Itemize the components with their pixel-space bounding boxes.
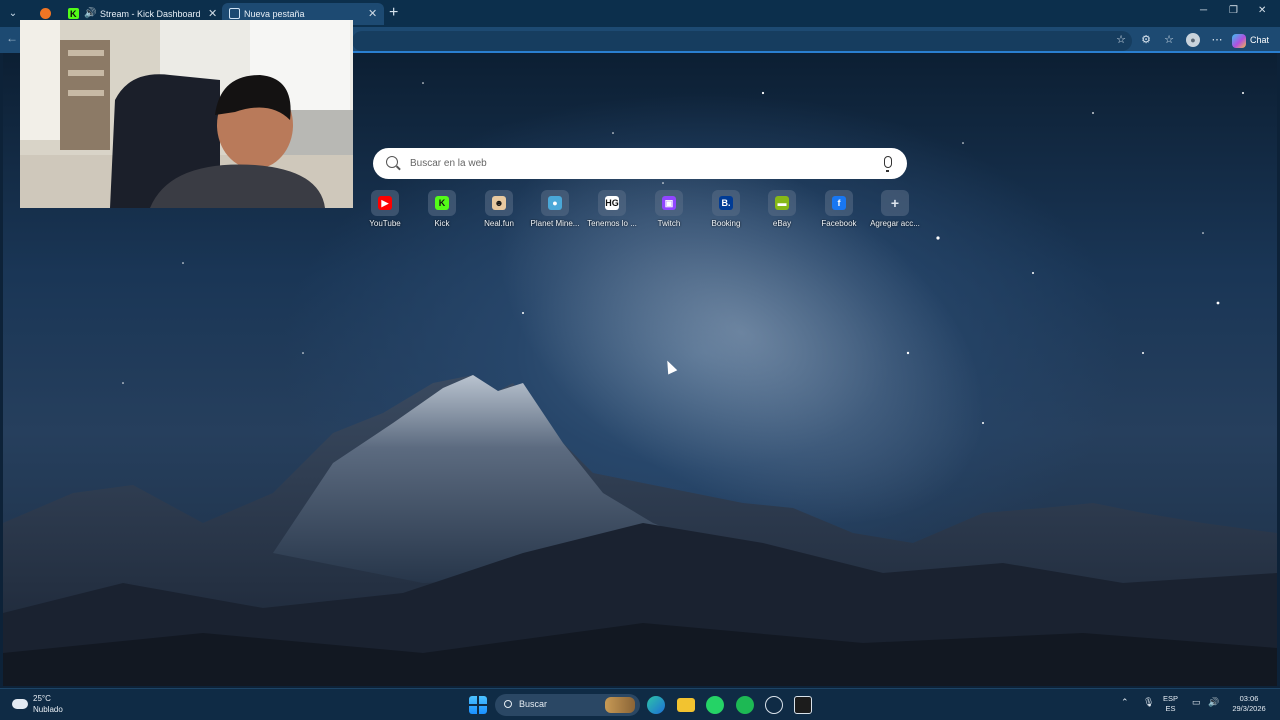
favorites-icon[interactable]: ☆: [1162, 33, 1176, 47]
search-highlight-image: [605, 697, 635, 713]
weather-desc: Nublado: [33, 705, 63, 714]
volume-icon[interactable]: 🔊: [1208, 697, 1219, 708]
cloud-icon: [12, 699, 28, 709]
new-tab-button[interactable]: +: [389, 3, 398, 23]
browser-tab-favicon: [40, 8, 51, 19]
planet-minecraft-icon: ●: [548, 196, 562, 210]
epic-games-icon[interactable]: [794, 696, 812, 714]
clock-time: 03:06: [1239, 694, 1259, 703]
address-bar[interactable]: [352, 31, 1132, 51]
shortcut-tile: ▣: [655, 190, 683, 216]
profile-avatar[interactable]: ●: [1186, 33, 1200, 47]
shortcut-tile: +: [881, 190, 909, 216]
spotify-icon[interactable]: [736, 696, 754, 714]
shortcut-label: Booking: [711, 219, 741, 228]
file-explorer-icon[interactable]: [677, 698, 695, 712]
shortcut-label: Agregar acc...: [870, 219, 920, 228]
ebay-icon: ▬: [775, 196, 789, 210]
shortcut-tile: ☻: [485, 190, 513, 216]
kick-icon: K: [435, 196, 449, 210]
clock-date: 29/3/2026: [1232, 704, 1266, 713]
microphone-icon[interactable]: 🎙: [1143, 697, 1154, 708]
show-hidden-icons[interactable]: ⌃: [1121, 697, 1129, 708]
shortcut-youtube[interactable]: ▶ YouTube: [356, 190, 414, 232]
search-icon: [504, 700, 512, 708]
openai-icon[interactable]: [765, 696, 783, 714]
taskbar-search-label: Buscar: [519, 699, 548, 709]
chat-label: Chat: [1250, 35, 1270, 45]
weather-temp: 25°C: [33, 694, 51, 703]
restore-button[interactable]: ❐: [1229, 5, 1238, 16]
facebook-icon: f: [832, 196, 846, 210]
close-tab-icon[interactable]: ✕: [368, 3, 377, 25]
shortcut-label: Tenemos lo ...: [587, 219, 637, 228]
shortcut-tile: f: [825, 190, 853, 216]
webcam-feed: [20, 20, 353, 208]
neal-fun-icon: ☻: [492, 196, 506, 210]
tenemos-icon: HG: [605, 196, 619, 210]
shortcut-add[interactable]: + Agregar acc...: [866, 190, 924, 232]
start-button[interactable]: [469, 696, 487, 714]
shortcut-label: Kick: [434, 219, 450, 228]
search-icon: [386, 156, 398, 168]
whatsapp-icon[interactable]: [706, 696, 724, 714]
back-arrow-icon[interactable]: ←: [6, 31, 18, 45]
lang-top: ESP: [1163, 694, 1179, 703]
shortcut-tile: ▶: [371, 190, 399, 216]
web-search-box[interactable]: [373, 148, 907, 179]
shortcut-kick[interactable]: K Kick: [413, 190, 471, 232]
windows-taskbar: 25°C Nublado Buscar ⌃ 🎙 ESP ES ▭ 🔊 03:06…: [0, 688, 1280, 720]
network-icon[interactable]: ▭: [1192, 697, 1201, 708]
shortcut-planet-minecraft[interactable]: ● Planet Mine...: [526, 190, 584, 232]
shortcut-label: Twitch: [657, 219, 681, 228]
copilot-chat-button[interactable]: Chat: [1232, 32, 1269, 48]
shortcut-label: Neal.fun: [484, 219, 514, 228]
language-indicator[interactable]: ESP ES: [1163, 694, 1178, 714]
search-input[interactable]: [410, 155, 860, 172]
lang-bottom: ES: [1165, 704, 1176, 713]
copilot-icon: [1232, 33, 1246, 48]
minimize-button[interactable]: ─: [1200, 5, 1207, 16]
favorite-star-icon[interactable]: ☆: [1114, 33, 1128, 47]
booking-icon: B.: [719, 196, 733, 210]
shortcut-ebay[interactable]: ▬ eBay: [753, 190, 811, 232]
shortcut-label: Facebook: [821, 219, 857, 228]
microphone-icon[interactable]: [884, 156, 892, 172]
new-tab-page-icon: [229, 8, 240, 19]
shortcut-neal-fun[interactable]: ☻ Neal.fun: [470, 190, 528, 232]
shortcut-twitch[interactable]: ▣ Twitch: [640, 190, 698, 232]
shortcut-tile: ▬: [768, 190, 796, 216]
youtube-icon: ▶: [378, 196, 392, 210]
shortcut-tile: HG: [598, 190, 626, 216]
shortcut-label: Planet Mine...: [530, 219, 580, 228]
kick-icon: [68, 3, 79, 25]
shortcut-tile: B.: [712, 190, 740, 216]
shortcut-tile: ●: [541, 190, 569, 216]
more-options-icon[interactable]: ⋯: [1210, 33, 1224, 47]
webcam-overlay: [20, 20, 353, 208]
shortcut-tenemos[interactable]: HG Tenemos lo ...: [583, 190, 641, 232]
close-window-button[interactable]: ✕: [1258, 5, 1266, 16]
twitch-icon: ▣: [662, 196, 676, 210]
shortcut-facebook[interactable]: f Facebook: [810, 190, 868, 232]
shortcut-booking[interactable]: B. Booking: [697, 190, 755, 232]
shortcut-label: eBay: [772, 219, 792, 228]
taskbar-search[interactable]: Buscar: [495, 694, 640, 716]
edge-icon[interactable]: [647, 696, 665, 714]
extensions-icon[interactable]: ⚙: [1139, 33, 1153, 47]
shortcut-label: YouTube: [369, 219, 401, 228]
add-icon: +: [890, 195, 900, 211]
clock[interactable]: 03:06 29/3/2026: [1226, 694, 1272, 714]
shortcut-tile: K: [428, 190, 456, 216]
